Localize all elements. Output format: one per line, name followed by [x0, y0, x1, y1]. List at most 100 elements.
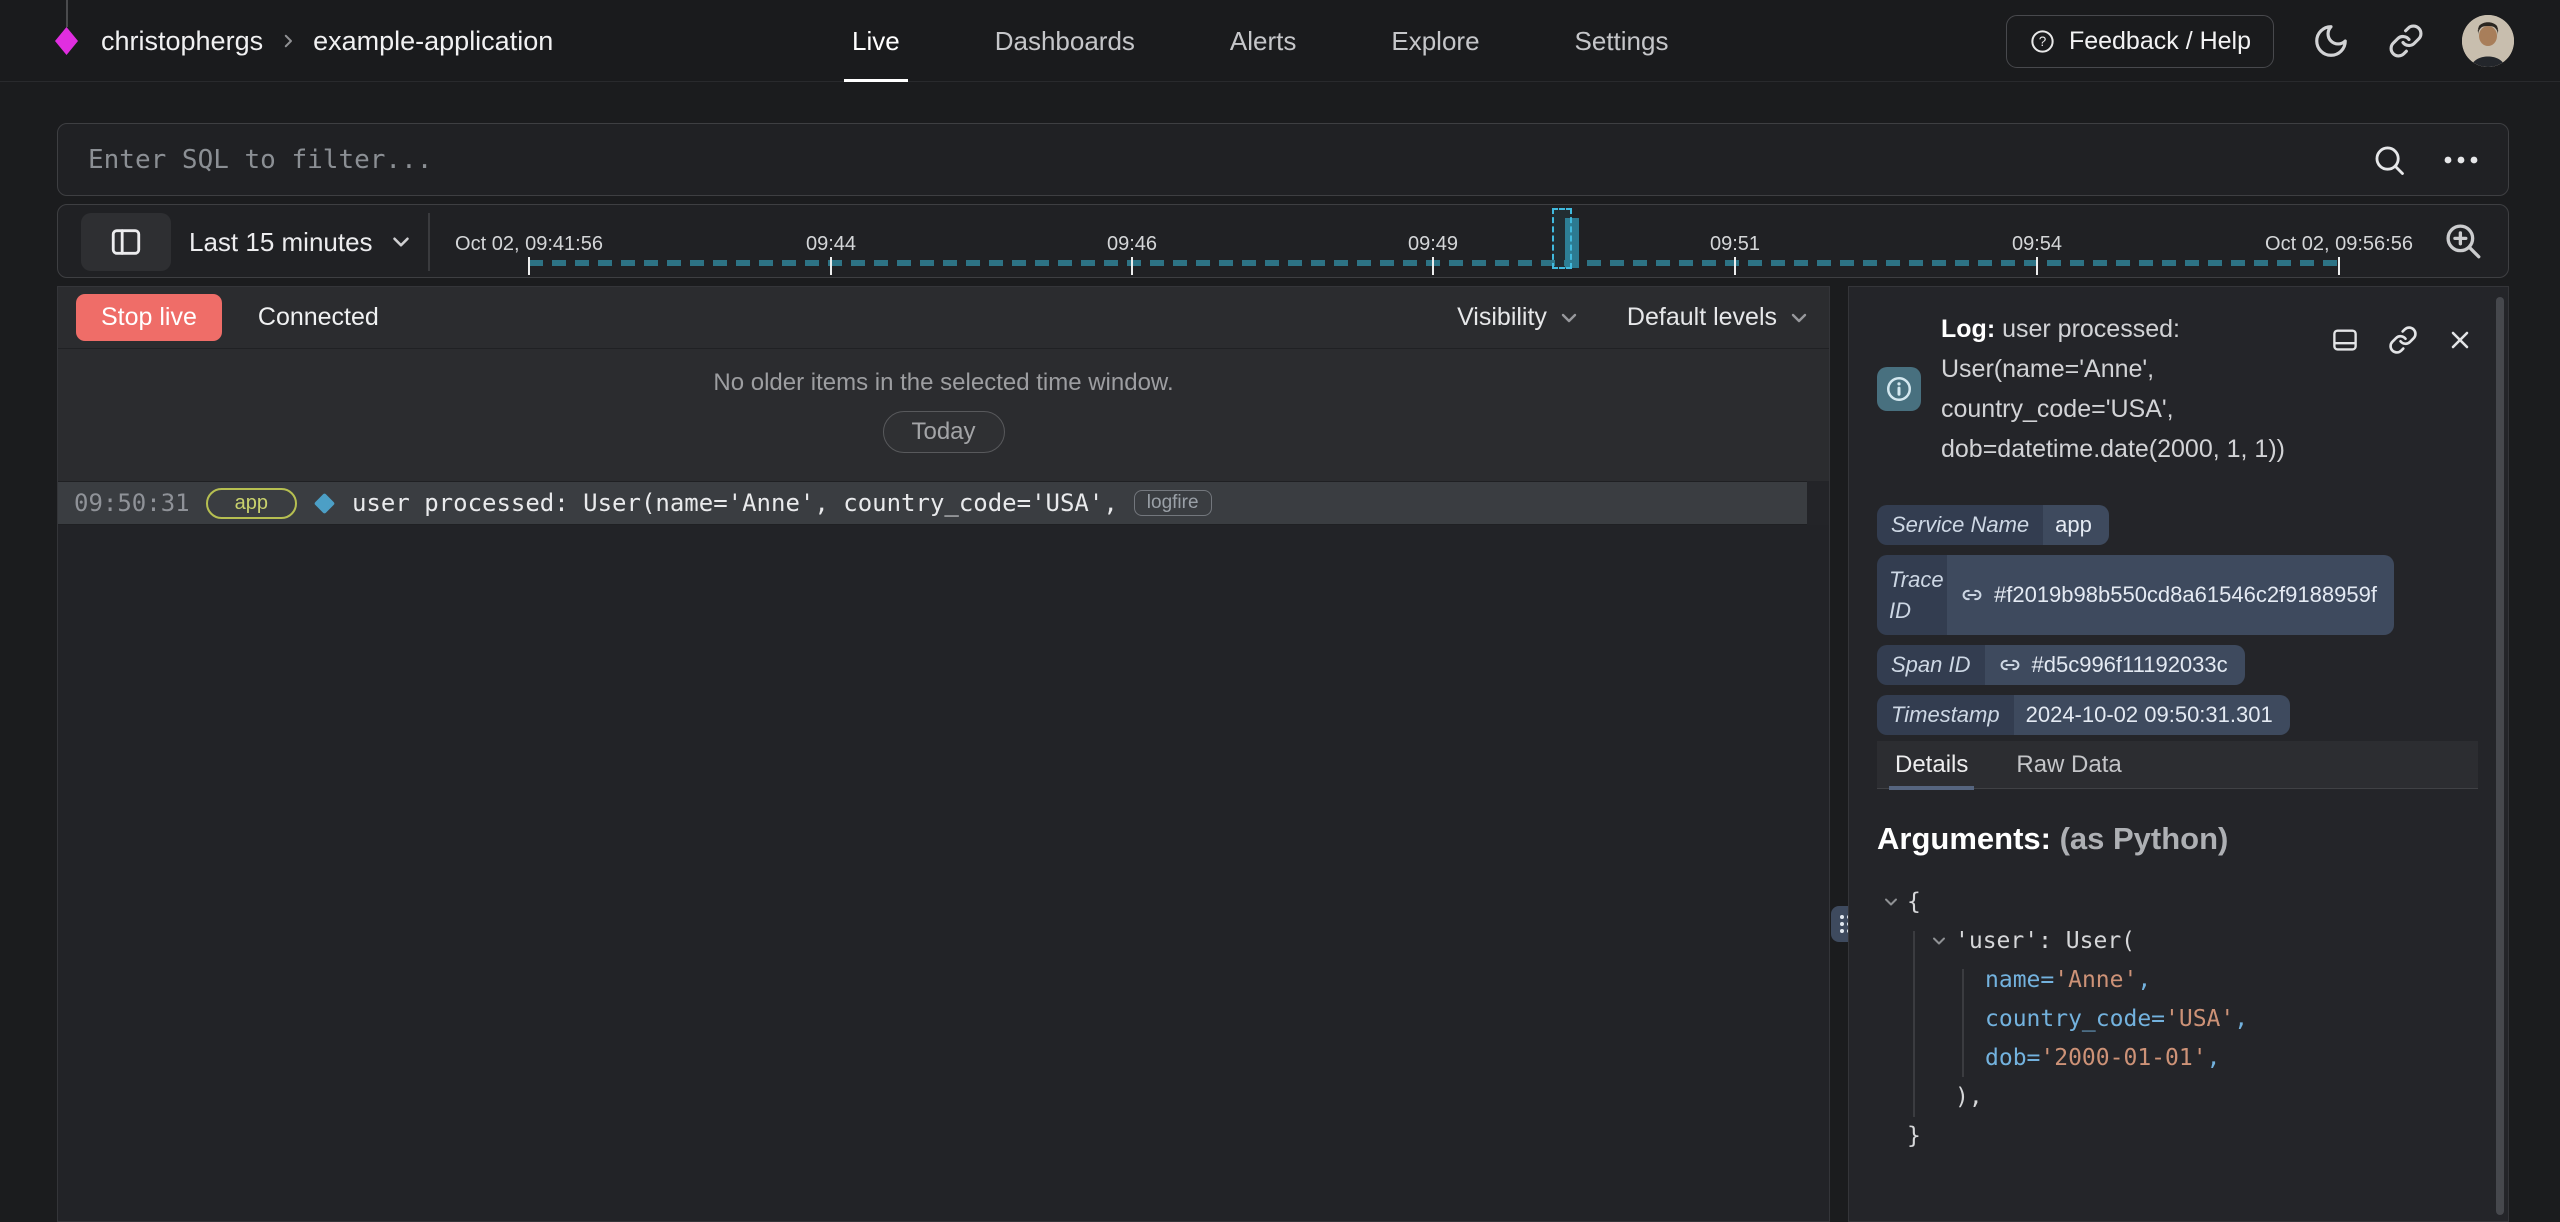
logfire-live-page: christophergs example-application Live D…: [0, 0, 2560, 1222]
code-line: name='Anne',: [1877, 961, 2478, 1000]
chevron-right-icon: [279, 32, 297, 50]
feedback-help-button[interactable]: ? Feedback / Help: [2006, 15, 2274, 68]
live-panel-header: Stop live Connected Visibility Default l…: [58, 287, 1829, 349]
timeline-baseline: [529, 260, 2339, 266]
code-token: ,: [2137, 967, 2151, 993]
code-token: :: [2038, 928, 2066, 954]
connection-status: Connected: [258, 303, 379, 332]
log-level-diamond-icon: [314, 492, 335, 513]
stop-live-button[interactable]: Stop live: [76, 294, 222, 341]
code-line: country_code='USA',: [1877, 1000, 2478, 1039]
details-title-kind: Log:: [1941, 315, 1995, 343]
timeline-start-label: Oct 02, 09:41:56: [455, 233, 603, 256]
nav-right-actions: ? Feedback / Help: [2006, 0, 2514, 82]
code-token: ,: [2207, 1045, 2221, 1071]
no-older-items-message: No older items in the selected time wind…: [58, 369, 1829, 397]
trace-link-icon[interactable]: [1959, 582, 1985, 608]
user-avatar[interactable]: [2462, 15, 2514, 67]
code-token: User(: [2066, 928, 2135, 954]
log-list-notices: No older items in the selected time wind…: [58, 349, 1829, 481]
code-token: dob=: [1985, 1045, 2040, 1071]
details-panel-actions: [2330, 325, 2474, 355]
code-line: {: [1877, 883, 2478, 922]
tab-raw-data[interactable]: Raw Data: [2016, 741, 2121, 788]
scope-tag[interactable]: logfire: [1134, 490, 1212, 516]
details-scrollbar-thumb[interactable]: [2496, 297, 2504, 1215]
service-tag[interactable]: app: [206, 488, 297, 519]
code-line: dob='2000-01-01',: [1877, 1039, 2478, 1078]
top-navigation: christophergs example-application Live D…: [0, 0, 2560, 82]
share-link-icon[interactable]: [2388, 23, 2424, 59]
arguments-code: {'user': User(name='Anne',country_code='…: [1877, 883, 2478, 1156]
details-field-badges: Service Name app Trace ID #f2019b98b550c…: [1877, 505, 2478, 735]
time-range-dropdown[interactable]: Last 15 minutes: [189, 205, 414, 279]
code-token: ,: [2234, 1006, 2248, 1032]
code-line: ),: [1877, 1078, 2478, 1117]
tab-details[interactable]: Details: [1895, 741, 1968, 788]
details-title: Log: user processed: User(name='Anne', c…: [1941, 309, 2323, 469]
default-levels-dropdown[interactable]: Default levels: [1627, 303, 1811, 332]
dock-panel-bottom-icon[interactable]: [2330, 325, 2360, 355]
code-token: '2000-01-01': [2040, 1045, 2206, 1071]
code-token: 'USA': [2165, 1006, 2234, 1032]
timeline-selection-box[interactable]: [1552, 208, 1572, 269]
sql-filter-bar: [57, 123, 2509, 196]
trace-id-badge[interactable]: Trace ID #f2019b98b550cd8a61546c2f918895…: [1877, 555, 2394, 635]
live-log-panel: Stop live Connected Visibility Default l…: [57, 286, 1830, 1222]
code-token: name=: [1985, 967, 2054, 993]
code-token: country_code=: [1985, 1006, 2165, 1032]
breadcrumb: christophergs example-application: [101, 26, 553, 57]
logfire-logo-icon[interactable]: [54, 26, 79, 56]
search-icon[interactable]: [2372, 143, 2406, 177]
timeline-histogram[interactable]: Oct 02, 09:41:56 09:44 09:46 09:49 09:51…: [428, 205, 2422, 279]
service-name-badge: Service Name app: [1877, 505, 2109, 545]
dark-mode-moon-icon[interactable]: [2312, 22, 2350, 60]
brand-breadcrumb: christophergs example-application: [54, 0, 553, 82]
zoom-in-icon[interactable]: [2442, 220, 2484, 262]
code-token: {: [1907, 889, 1921, 915]
collapse-chevron-icon[interactable]: [1881, 892, 1901, 912]
main-menu: Live Dashboards Alerts Explore Settings: [852, 0, 1668, 82]
tab-dashboards[interactable]: Dashboards: [995, 0, 1135, 82]
collapse-chevron-icon[interactable]: [1929, 931, 1949, 951]
code-line: }: [1877, 1117, 2478, 1156]
log-details-panel: Log: user processed: User(name='Anne', c…: [1848, 286, 2509, 1222]
arguments-heading: Arguments: (as Python): [1877, 821, 2478, 857]
breadcrumb-project[interactable]: example-application: [313, 26, 553, 57]
sql-filter-input[interactable]: [86, 144, 2372, 176]
code-token: 'user': [1955, 928, 2038, 954]
more-options-ellipsis-icon[interactable]: [2442, 154, 2480, 166]
breadcrumb-org[interactable]: christophergs: [101, 26, 263, 57]
span-link-icon[interactable]: [1997, 652, 2023, 678]
log-row[interactable]: 09:50:31 app user processed: User(name='…: [58, 481, 1807, 525]
chevron-down-icon: [1787, 306, 1811, 330]
chevron-down-icon: [388, 229, 414, 255]
tab-live[interactable]: Live: [852, 0, 900, 82]
log-message: user processed: User(name='Anne', countr…: [352, 489, 1118, 517]
tab-alerts[interactable]: Alerts: [1230, 0, 1296, 82]
close-icon[interactable]: [2446, 325, 2474, 355]
question-circle-icon: ?: [2029, 28, 2056, 55]
code-token: }: [1907, 1123, 1921, 1149]
feedback-help-label: Feedback / Help: [2069, 27, 2251, 56]
tab-settings[interactable]: Settings: [1575, 0, 1669, 82]
sidebar-toggle-button[interactable]: [81, 213, 171, 271]
timestamp-badge: Timestamp 2024-10-02 09:50:31.301: [1877, 695, 2290, 735]
span-id-badge[interactable]: Span ID #d5c996f11192033c: [1877, 645, 2245, 685]
info-level-icon: [1877, 367, 1921, 411]
chevron-down-icon: [1557, 306, 1581, 330]
live-panel-controls: Visibility Default levels: [1457, 303, 1811, 332]
log-timestamp: 09:50:31: [74, 489, 190, 517]
visibility-dropdown[interactable]: Visibility: [1457, 303, 1581, 332]
timeline-bar: Last 15 minutes Oct 02, 09:41:56 09:44 0…: [57, 204, 2509, 278]
details-tabs: Details Raw Data: [1877, 741, 2478, 789]
code-token: 'Anne': [2054, 967, 2137, 993]
log-list-empty-area: [58, 525, 1829, 1221]
tab-explore[interactable]: Explore: [1391, 0, 1479, 82]
code-line: 'user': User(: [1877, 922, 2478, 961]
copy-link-icon[interactable]: [2388, 325, 2418, 355]
time-range-label: Last 15 minutes: [189, 227, 373, 258]
svg-text:?: ?: [2039, 34, 2047, 49]
sql-filter-actions: [2372, 143, 2480, 177]
today-pill[interactable]: Today: [882, 411, 1004, 453]
